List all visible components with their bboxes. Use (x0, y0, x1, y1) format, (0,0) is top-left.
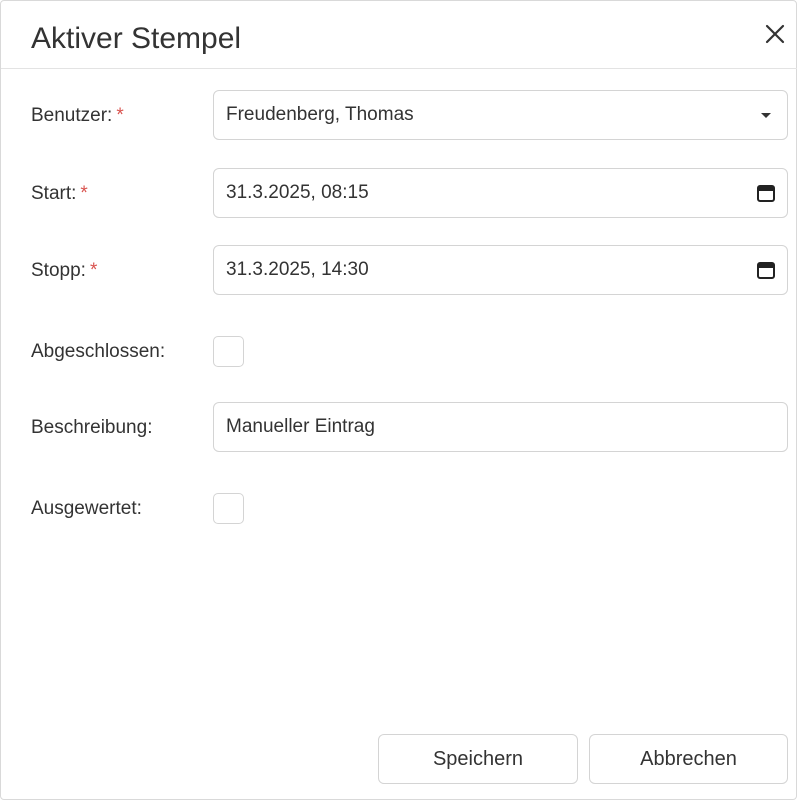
description-value: Manueller Eintrag (226, 416, 375, 437)
evaluated-label: Ausgewertet: (31, 498, 142, 519)
completed-label: Abgeschlossen: (31, 341, 166, 362)
close-icon (765, 24, 785, 44)
user-label: Benutzer: * (31, 105, 124, 126)
completed-checkbox[interactable] (213, 336, 244, 367)
dropdown-toggle[interactable] (755, 104, 777, 126)
cancel-button[interactable]: Abbrechen (589, 734, 788, 784)
evaluated-checkbox[interactable] (213, 493, 244, 524)
stop-label: Stopp: * (31, 260, 98, 281)
stop-calendar-button[interactable] (755, 259, 777, 281)
active-stamp-dialog: Aktiver Stempel Benutzer: * Freudenberg, … (0, 0, 797, 800)
start-calendar-button[interactable] (755, 182, 777, 204)
caret-down-icon (761, 113, 771, 118)
completed-row: Abgeschlossen: (1, 326, 797, 378)
required-marker: * (116, 105, 124, 126)
required-marker: * (89, 260, 98, 281)
evaluated-row: Ausgewertet: (1, 483, 797, 535)
description-input[interactable]: Manueller Eintrag (213, 402, 788, 452)
description-row: Beschreibung: Manueller Eintrag (1, 402, 797, 454)
user-select[interactable]: Freudenberg, Thomas (213, 90, 788, 140)
dialog-header: Aktiver Stempel (1, 1, 797, 69)
dialog-title: Aktiver Stempel (31, 22, 242, 55)
user-row: Benutzer: * Freudenberg, Thomas (1, 90, 797, 142)
stop-datetime-input[interactable]: 31.3.2025, 14:30 (213, 245, 788, 295)
save-button[interactable]: Speichern (378, 734, 578, 784)
start-row: Start: * 31.3.2025, 08:15 (1, 168, 797, 220)
required-marker: * (80, 183, 88, 204)
stop-row: Stopp: * 31.3.2025, 14:30 (1, 245, 797, 297)
calendar-icon (757, 262, 775, 279)
description-label: Beschreibung: (31, 417, 153, 438)
calendar-icon (757, 185, 775, 202)
close-button[interactable] (756, 15, 794, 53)
start-label: Start: * (31, 183, 88, 204)
stop-datetime-value: 31.3.2025, 14:30 (226, 259, 369, 280)
start-datetime-value: 31.3.2025, 08:15 (226, 182, 369, 203)
user-select-value: Freudenberg, Thomas (226, 104, 414, 125)
start-datetime-input[interactable]: 31.3.2025, 08:15 (213, 168, 788, 218)
